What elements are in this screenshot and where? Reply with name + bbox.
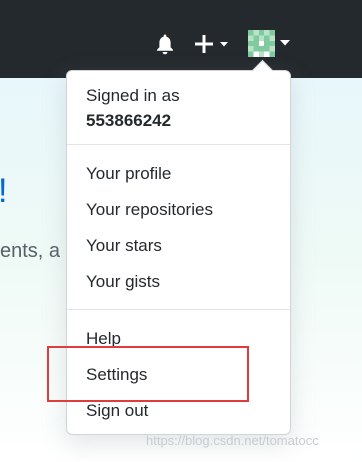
menu-item-your-profile[interactable]: Your profile [86,164,171,184]
plus-icon [195,35,213,53]
settings-highlight-annotation [47,346,249,402]
create-new-dropdown[interactable] [195,33,233,55]
chevron-down-icon [280,40,290,46]
signed-in-label: Signed in as [86,86,180,105]
user-menu-toggle[interactable] [248,30,294,58]
bell-icon[interactable] [155,33,175,55]
menu-item-your-repositories[interactable]: Your repositories [86,200,213,220]
menu-divider [67,309,290,310]
header-bar [0,0,362,78]
menu-item-sign-out[interactable]: Sign out [86,401,148,421]
watermark: https://blog.csdn.net/tomatocc [146,433,319,448]
hero-heading-fragment: ! [0,172,7,211]
chevron-down-icon [220,42,228,47]
username: 553866242 [86,111,172,130]
menu-item-your-gists[interactable]: Your gists [86,272,160,292]
menu-divider [67,144,290,145]
hero-text-fragment: ents, a [0,240,61,262]
menu-item-your-stars[interactable]: Your stars [86,236,162,256]
avatar[interactable] [248,30,275,57]
